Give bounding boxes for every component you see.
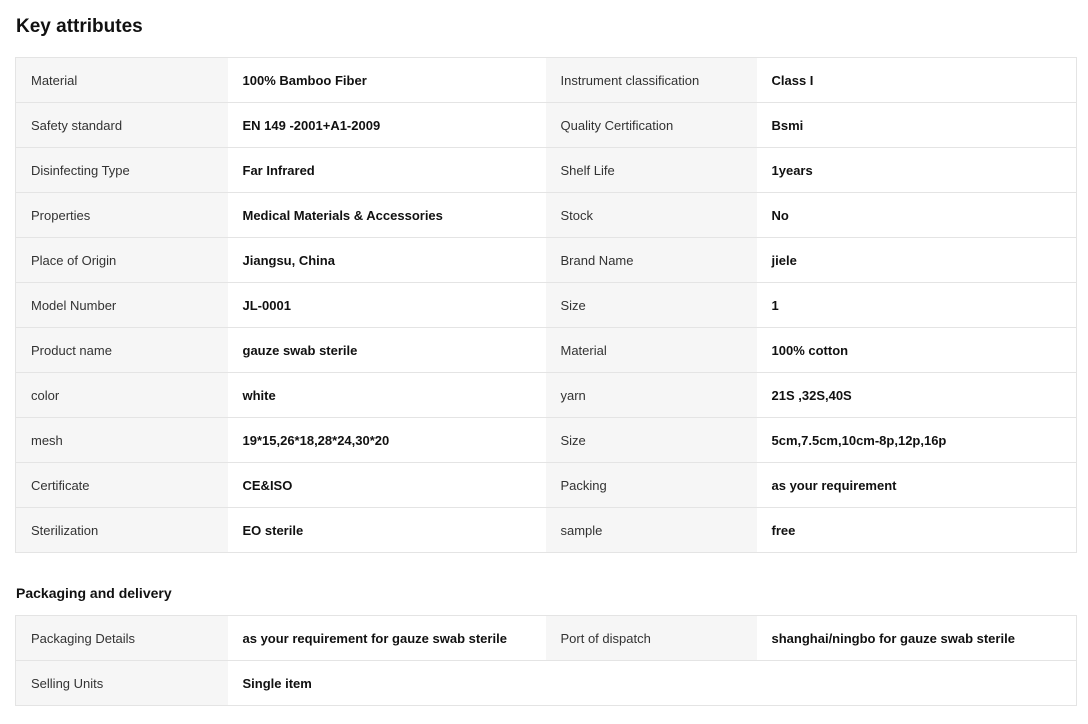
attribute-label: Material bbox=[545, 327, 757, 373]
attribute-label: Model Number bbox=[15, 282, 228, 328]
attribute-value: 19*15,26*18,28*24,30*20 bbox=[227, 417, 546, 463]
attribute-value: Medical Materials & Accessories bbox=[227, 192, 546, 238]
attribute-label: Port of dispatch bbox=[545, 615, 757, 661]
attribute-value: 1years bbox=[756, 147, 1077, 193]
attribute-value: Single item bbox=[227, 660, 546, 706]
attribute-value: 21S ,32S,40S bbox=[756, 372, 1077, 418]
attribute-label: yarn bbox=[545, 372, 757, 418]
attribute-label: Product name bbox=[15, 327, 228, 373]
packaging-delivery-table: Packaging Details as your requirement for… bbox=[15, 615, 1077, 706]
attribute-value: No bbox=[756, 192, 1077, 238]
attribute-value: 100% Bamboo Fiber bbox=[227, 57, 546, 103]
attribute-value: free bbox=[756, 507, 1077, 553]
attribute-value: Jiangsu, China bbox=[227, 237, 546, 283]
attribute-label: sample bbox=[545, 507, 757, 553]
attribute-label: Selling Units bbox=[15, 660, 228, 706]
key-attributes-title: Key attributes bbox=[16, 16, 143, 37]
attribute-row: Safety standard EN 149 -2001+A1-2009 Quali… bbox=[15, 102, 1077, 148]
attribute-value: EN 149 -2001+A1-2009 bbox=[227, 102, 546, 148]
attribute-label: Packaging Details bbox=[15, 615, 228, 661]
packaging-delivery-body: Packaging Details as your requirement for… bbox=[15, 615, 1077, 706]
attribute-value: as your requirement bbox=[756, 462, 1077, 508]
empty-cell bbox=[545, 660, 757, 706]
attribute-row: Sterilization EO sterile sample free bbox=[15, 507, 1077, 553]
attribute-row: Certificate CE&ISO Packing as your requirem… bbox=[15, 462, 1077, 508]
packaging-delivery-title: Packaging and delivery bbox=[16, 585, 172, 601]
attribute-value: 1 bbox=[756, 282, 1077, 328]
attribute-label: Packing bbox=[545, 462, 757, 508]
attribute-row: color white yarn 21S ,32S,40S bbox=[15, 372, 1077, 418]
attribute-label: Properties bbox=[15, 192, 228, 238]
attribute-row: Selling Units Single item bbox=[15, 660, 1077, 706]
attribute-row: Place of Origin Jiangsu, China Brand Name j… bbox=[15, 237, 1077, 283]
attribute-row: Material 100% Bamboo Fiber Instrument clas… bbox=[15, 57, 1077, 103]
attribute-label: Disinfecting Type bbox=[15, 147, 228, 193]
attribute-label: Quality Certification bbox=[545, 102, 757, 148]
attribute-value: as your requirement for gauze swab steri… bbox=[227, 615, 546, 661]
attribute-row: Product name gauze swab sterile Material 10… bbox=[15, 327, 1077, 373]
attribute-label: Safety standard bbox=[15, 102, 228, 148]
attribute-value: white bbox=[227, 372, 546, 418]
attribute-row: Disinfecting Type Far Infrared Shelf Life 1… bbox=[15, 147, 1077, 193]
attribute-label: Size bbox=[545, 417, 757, 463]
attribute-value: jiele bbox=[756, 237, 1077, 283]
attribute-value: gauze swab sterile bbox=[227, 327, 546, 373]
attribute-label: Stock bbox=[545, 192, 757, 238]
attribute-label: mesh bbox=[15, 417, 228, 463]
attribute-value: JL-0001 bbox=[227, 282, 546, 328]
attribute-value: Bsmi bbox=[756, 102, 1077, 148]
attribute-value: Far Infrared bbox=[227, 147, 546, 193]
attribute-label: Instrument classification bbox=[545, 57, 757, 103]
attribute-value: EO sterile bbox=[227, 507, 546, 553]
attribute-row: Packaging Details as your requirement for… bbox=[15, 615, 1077, 661]
attribute-label: Sterilization bbox=[15, 507, 228, 553]
attribute-value: 100% cotton bbox=[756, 327, 1077, 373]
attribute-row: Model Number JL-0001 Size 1 bbox=[15, 282, 1077, 328]
attribute-value: shanghai/ningbo for gauze swab sterile bbox=[756, 615, 1077, 661]
key-attributes-table: Material 100% Bamboo Fiber Instrument clas… bbox=[15, 57, 1077, 553]
attribute-value: Class I bbox=[756, 57, 1077, 103]
attribute-label: Place of Origin bbox=[15, 237, 228, 283]
attribute-label: Material bbox=[15, 57, 228, 103]
key-attributes-body: Material 100% Bamboo Fiber Instrument clas… bbox=[15, 57, 1077, 553]
attribute-label: Size bbox=[545, 282, 757, 328]
attribute-label: Shelf Life bbox=[545, 147, 757, 193]
attribute-row: Properties Medical Materials & Accessorie… bbox=[15, 192, 1077, 238]
attribute-label: Certificate bbox=[15, 462, 228, 508]
empty-cell bbox=[756, 660, 1077, 706]
attribute-value: CE&ISO bbox=[227, 462, 546, 508]
attribute-value: 5cm,7.5cm,10cm-8p,12p,16p bbox=[756, 417, 1077, 463]
attribute-label: Brand Name bbox=[545, 237, 757, 283]
attribute-label: color bbox=[15, 372, 228, 418]
attribute-row: mesh 19*15,26*18,28*24,30*20 Size 5cm,7.5cm… bbox=[15, 417, 1077, 463]
